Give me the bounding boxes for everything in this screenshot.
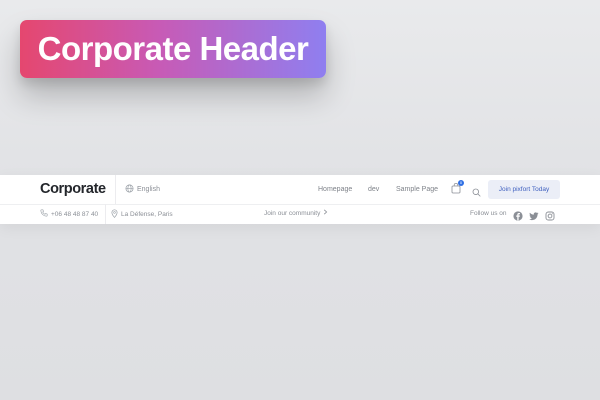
divider: [105, 204, 106, 224]
globe-icon: [125, 184, 134, 195]
cart-count-badge: 0: [458, 180, 464, 186]
search-icon[interactable]: [472, 184, 481, 202]
divider: [115, 175, 116, 204]
phone-icon: [40, 209, 48, 219]
header-top-bar: +06 48 48 87 40 La Défense, Paris Join o…: [0, 204, 600, 224]
nav-link-homepage[interactable]: Homepage: [318, 186, 352, 193]
phone-number: +06 48 48 87 40: [51, 210, 99, 218]
community-label: Join our community: [264, 209, 321, 217]
facebook-icon[interactable]: [513, 208, 523, 221]
location-info: La Défense, Paris: [111, 209, 173, 220]
location-pin-icon: [111, 209, 118, 220]
community-link[interactable]: Join our community: [264, 209, 328, 217]
cart-button[interactable]: 0: [451, 180, 464, 194]
demo-title-badge: Corporate Header: [20, 20, 326, 78]
location-text: La Défense, Paris: [121, 211, 173, 218]
demo-title: Corporate Header: [37, 30, 309, 67]
language-label: English: [137, 186, 160, 193]
instagram-icon[interactable]: [545, 208, 555, 221]
nav-link-dev[interactable]: dev: [368, 186, 379, 193]
header-main-row: Corporate English Homepage dev Sample Pa…: [0, 175, 600, 205]
site-logo[interactable]: Corporate: [40, 181, 106, 197]
phone-contact[interactable]: +06 48 48 87 40: [40, 209, 98, 219]
join-pixfort-button[interactable]: Join pixfort Today: [488, 180, 560, 199]
nav-link-sample-page[interactable]: Sample Page: [396, 186, 438, 193]
follow-us-label: Follow us on: [470, 210, 507, 217]
language-selector[interactable]: English: [125, 184, 160, 195]
site-header: Corporate English Homepage dev Sample Pa…: [0, 175, 600, 224]
chevron-right-icon: [323, 209, 328, 217]
twitter-icon[interactable]: [529, 208, 539, 221]
